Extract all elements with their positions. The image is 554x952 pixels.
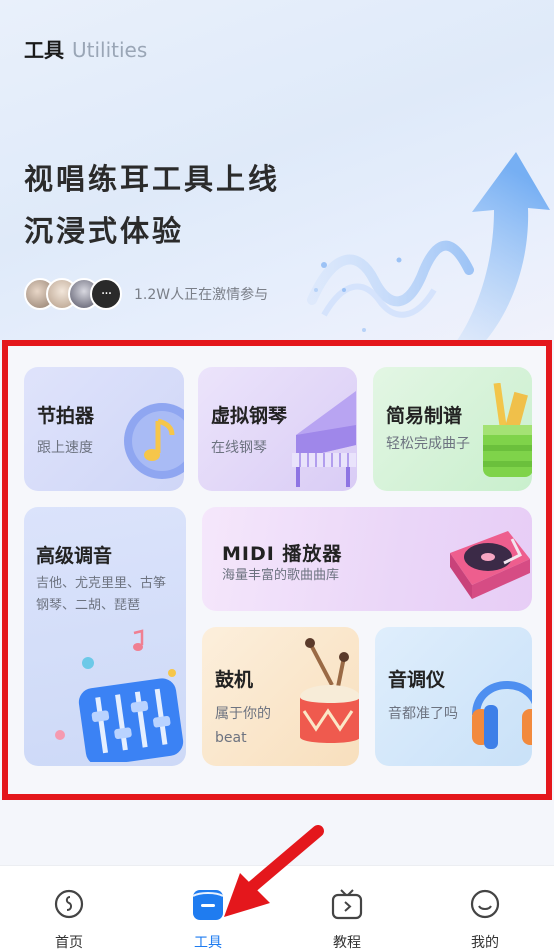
participants-row: ··· 1.2W人正在激情参与 bbox=[24, 278, 268, 310]
metronome-subtitle: 跟上速度 bbox=[37, 440, 93, 456]
tab-me[interactable]: 我的 bbox=[416, 866, 554, 952]
headphones-icon bbox=[472, 681, 532, 749]
advanced-tuner-subtitle-line2: 钢琴、二胡、琵琶 bbox=[36, 598, 141, 613]
metronome-title: 节拍器 bbox=[37, 405, 95, 427]
virtual-piano-card[interactable]: 虚拟钢琴 在线钢琴 bbox=[198, 367, 357, 491]
midi-player-title: MIDI 播放器 bbox=[222, 543, 343, 565]
tab-home[interactable]: 首页 bbox=[0, 866, 138, 952]
banner-headline-line1: 视唱练耳工具上线 bbox=[24, 162, 281, 196]
page-title: 工具 bbox=[24, 38, 64, 62]
tab-label: 工具 bbox=[194, 935, 222, 951]
page-title-english: Utilities bbox=[72, 38, 148, 62]
annotation-arrow-icon bbox=[224, 825, 324, 917]
turntable-icon bbox=[450, 531, 530, 599]
drum-machine-subtitle-line2: beat bbox=[215, 730, 247, 746]
tools-grid-highlight: 节拍器 跟上速度 虚拟钢琴 在线钢琴 简易制谱 轻松完成曲子 高级调音 吉他、尤… bbox=[2, 340, 552, 800]
mixer-sliders-icon bbox=[55, 629, 184, 762]
rising-arrow-wave-illustration bbox=[307, 152, 550, 345]
home-music-icon bbox=[54, 889, 84, 919]
tab-label: 教程 bbox=[333, 935, 361, 951]
more-avatars-icon: ··· bbox=[90, 278, 122, 310]
participants-count: 1.2W人正在激情参与 bbox=[134, 287, 269, 303]
advanced-tuner-card[interactable]: 高级调音 吉他、尤克里里、古筝 钢琴、二胡、琵琶 bbox=[24, 507, 186, 766]
tv-play-icon bbox=[331, 889, 363, 920]
hero-banner[interactable]: 工具 Utilities 视唱练耳工具上线 沉浸式体验 ··· 1.2W人正在激… bbox=[0, 0, 554, 350]
drum-machine-subtitle-line1: 属于你的 bbox=[215, 706, 271, 722]
simple-score-title: 简易制谱 bbox=[386, 405, 463, 427]
simple-score-card[interactable]: 简易制谱 轻松完成曲子 bbox=[373, 367, 532, 491]
virtual-piano-subtitle: 在线钢琴 bbox=[211, 440, 267, 456]
virtual-piano-title: 虚拟钢琴 bbox=[211, 405, 288, 427]
drum-machine-title: 鼓机 bbox=[215, 669, 254, 691]
tab-label: 首页 bbox=[55, 935, 83, 951]
banner-headline-line2: 沉浸式体验 bbox=[24, 214, 185, 248]
midi-player-subtitle: 海量丰富的歌曲曲库 bbox=[222, 568, 340, 583]
piano-icon bbox=[292, 391, 356, 487]
smile-icon bbox=[470, 889, 500, 919]
pencil-cup-icon bbox=[483, 383, 532, 477]
advanced-tuner-subtitle-line1: 吉他、尤克里里、古筝 bbox=[36, 576, 167, 591]
pitch-meter-card[interactable]: 音调仪 音都准了吗 bbox=[375, 627, 532, 766]
drum-icon bbox=[300, 638, 359, 743]
midi-player-card[interactable]: MIDI 播放器 海量丰富的歌曲曲库 bbox=[202, 507, 532, 611]
tab-label: 我的 bbox=[471, 935, 499, 951]
music-note-icon bbox=[124, 403, 184, 479]
simple-score-subtitle: 轻松完成曲子 bbox=[386, 436, 470, 452]
pitch-meter-subtitle: 音都准了吗 bbox=[388, 706, 458, 722]
advanced-tuner-title: 高级调音 bbox=[36, 545, 113, 567]
drum-machine-card[interactable]: 鼓机 属于你的 beat bbox=[202, 627, 359, 766]
page-header: 工具 Utilities bbox=[24, 34, 147, 63]
pitch-meter-title: 音调仪 bbox=[388, 669, 446, 691]
metronome-card[interactable]: 节拍器 跟上速度 bbox=[24, 367, 184, 491]
